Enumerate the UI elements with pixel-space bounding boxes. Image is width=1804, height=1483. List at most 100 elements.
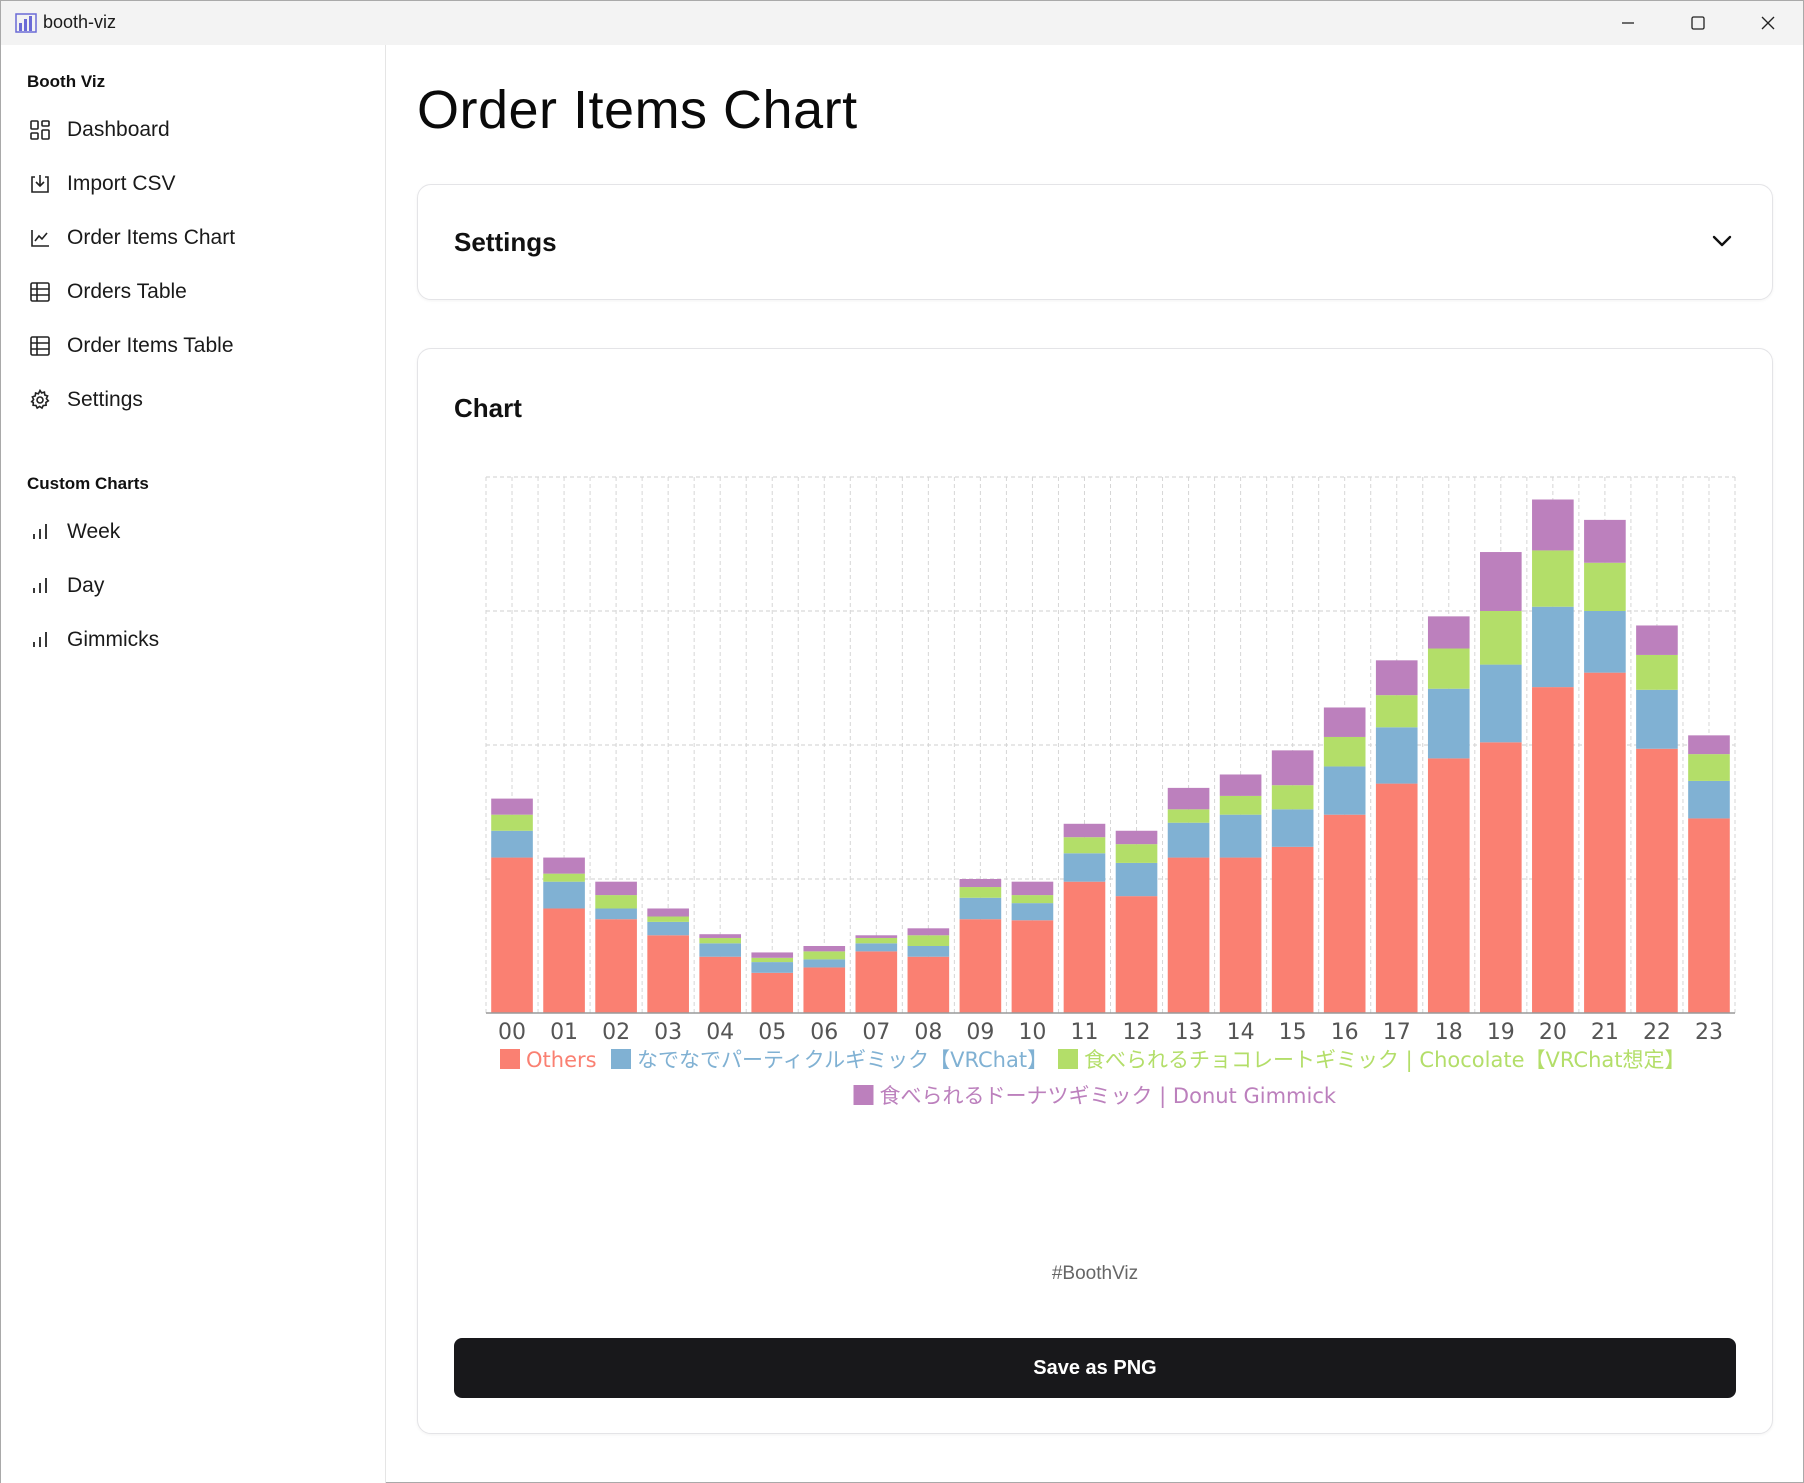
bar-segment — [1063, 823, 1106, 838]
legend-swatch — [1058, 1049, 1078, 1069]
bar-segment — [855, 935, 898, 938]
bar-segment — [595, 919, 637, 1013]
sidebar: Booth Viz Dashboard Import CSV Order Ite… — [1, 45, 386, 1483]
x-tick-label: 17 — [1383, 1020, 1411, 1045]
bar-segment — [803, 946, 846, 952]
bar-segment — [1584, 672, 1626, 1013]
chart-hashtag: #BoothViz — [1051, 1263, 1139, 1284]
bar-segment — [1063, 881, 1106, 1013]
bar-segment — [1532, 550, 1574, 607]
sidebar-item-import-csv[interactable]: Import CSV — [15, 161, 371, 207]
import-icon — [27, 171, 53, 197]
sidebar-item-label: Order Items Chart — [67, 226, 236, 249]
sidebar-group-title: Custom Charts — [27, 474, 149, 493]
sidebar-item-week[interactable]: Week — [15, 509, 371, 555]
chevron-down-icon[interactable] — [1708, 227, 1736, 255]
x-tick-label: 14 — [1227, 1020, 1255, 1045]
bar-segment — [543, 873, 585, 882]
sidebar-item-day[interactable]: Day — [15, 563, 371, 609]
settings-accordion[interactable]: Settings — [417, 184, 1773, 300]
x-tick-label: 10 — [1018, 1020, 1046, 1045]
bar-segment — [1219, 795, 1262, 815]
maximize-button[interactable] — [1663, 1, 1733, 45]
bar-segment — [1115, 844, 1158, 863]
x-tick-label: 13 — [1175, 1020, 1203, 1045]
bar-segment — [855, 937, 898, 944]
bar-segment — [1219, 774, 1262, 796]
bar-segment — [1011, 920, 1054, 1013]
sidebar-item-gimmicks[interactable]: Gimmicks — [15, 617, 371, 663]
x-tick-label: 05 — [758, 1020, 786, 1045]
sidebar-item-settings[interactable]: Settings — [15, 377, 371, 423]
bar-segment — [491, 798, 533, 815]
save-as-png-button[interactable]: Save as PNG — [454, 1338, 1736, 1398]
app-logo-icon — [15, 13, 37, 33]
x-tick-label: 21 — [1591, 1020, 1619, 1045]
dashboard-icon — [27, 117, 53, 143]
legend-label: 食べられるチョコレートギミック | Chocolate【VRChat想定】 — [1084, 1048, 1685, 1073]
bar-segment — [1479, 664, 1522, 743]
bar-segment — [1479, 552, 1522, 611]
bar-segment — [1532, 499, 1574, 551]
sidebar-item-label: Orders Table — [67, 280, 187, 303]
bar-segment — [1636, 625, 1678, 655]
bar-segment — [1271, 846, 1314, 1013]
sidebar-group-title: Booth Viz — [27, 72, 106, 91]
bar-segment — [491, 814, 533, 831]
bar-segment — [751, 962, 794, 973]
bar-segment — [1427, 616, 1470, 649]
bar-segment — [1427, 688, 1470, 759]
bar-segment — [491, 830, 533, 858]
bar-segment — [491, 857, 533, 1013]
bar-segment — [647, 935, 689, 1013]
bar-segment — [1584, 611, 1626, 673]
window-title: booth-viz — [43, 12, 117, 32]
close-button[interactable] — [1733, 1, 1803, 45]
sidebar-item-order-items-table[interactable]: Order Items Table — [15, 323, 371, 369]
close-icon — [1761, 16, 1775, 30]
bar-segment — [647, 916, 689, 922]
bar-segment — [907, 956, 950, 1013]
bar-segment — [1271, 750, 1314, 786]
sidebar-item-dashboard[interactable]: Dashboard — [15, 107, 371, 153]
sidebar-item-orders-table[interactable]: Orders Table — [15, 269, 371, 315]
bar-segment — [1532, 606, 1574, 688]
bar-segment — [1636, 748, 1678, 1013]
bar-chart-icon — [27, 573, 53, 599]
x-tick-label: 06 — [810, 1020, 838, 1045]
bar-segment — [1115, 830, 1158, 845]
bar-segment — [543, 908, 585, 1013]
bar-segment — [699, 956, 742, 1013]
page-title: Order Items Chart — [417, 80, 858, 140]
sidebar-item-label: Dashboard — [67, 118, 170, 141]
bar-segment — [1375, 783, 1418, 1013]
bar-segment — [543, 857, 585, 874]
legend-swatch — [611, 1049, 631, 1069]
bar-segment — [1323, 766, 1366, 815]
bar-segment — [803, 951, 846, 960]
bar-segment — [959, 879, 1002, 888]
x-tick-label: 11 — [1070, 1020, 1098, 1045]
chart-card: Chart 00 01 02 03 04 05 06 07 08 09 10 11 12 13 14 15 16… — [417, 348, 1773, 1434]
x-tick-label: 18 — [1435, 1020, 1463, 1045]
title-bar[interactable]: booth-viz — [1, 1, 1803, 45]
minimize-button[interactable] — [1593, 1, 1663, 45]
bar-segment — [1219, 814, 1262, 858]
table-icon — [27, 333, 53, 359]
bar-chart-icon — [27, 627, 53, 653]
minimize-icon — [1622, 22, 1634, 24]
x-tick-label: 08 — [914, 1020, 942, 1045]
legend-label: 食べられるドーナツギミック | Donut Gimmick — [880, 1084, 1337, 1109]
x-tick-label: 20 — [1539, 1020, 1567, 1045]
bar-segment — [1688, 754, 1730, 781]
bar-segment — [1011, 881, 1054, 896]
bar-segment — [1271, 785, 1314, 810]
bar-segment — [1375, 695, 1418, 728]
bar-segment — [699, 934, 742, 938]
x-tick-label: 19 — [1487, 1020, 1515, 1045]
legend-swatch — [500, 1049, 520, 1069]
sidebar-item-label: Import CSV — [67, 172, 176, 195]
bar-segment — [699, 943, 742, 957]
bar-segment — [907, 935, 950, 946]
sidebar-item-order-items-chart[interactable]: Order Items Chart — [15, 215, 371, 261]
